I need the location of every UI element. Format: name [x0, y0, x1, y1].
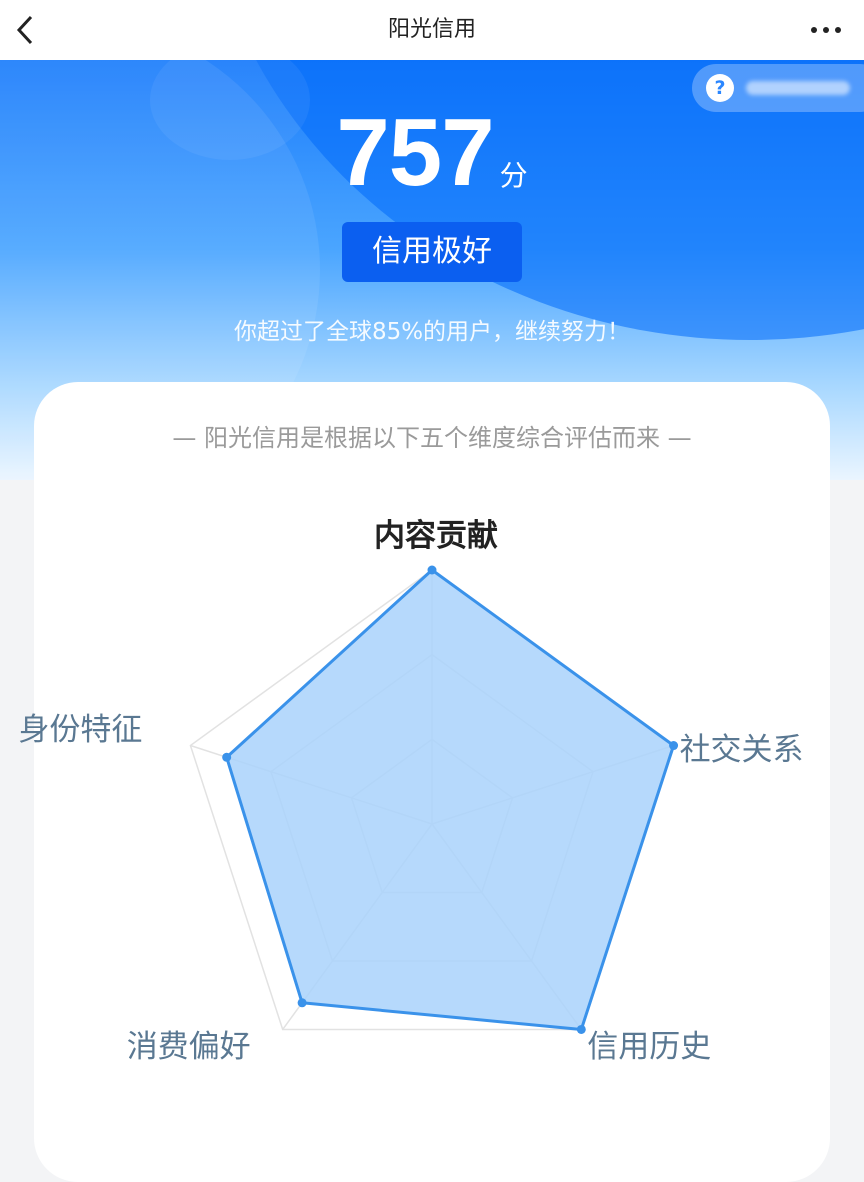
more-dots-icon [811, 27, 841, 33]
radar-point-history [576, 1024, 586, 1034]
dimension-card: — 阳光信用是根据以下五个维度综合评估而来 — 内容贡献 社交关系 信用历史 消… [18, 382, 830, 1182]
radar-point-social [669, 741, 679, 751]
radar-point-content [427, 565, 437, 575]
dimension-label-history: 信用历史 [587, 1029, 712, 1066]
score-display: 757 分 [0, 98, 864, 208]
dimension-label-identity: 身份特征 [18, 711, 143, 748]
score-unit: 分 [499, 159, 528, 192]
ranking-tagline: 你超过了全球85%的用户，继续努力！ [233, 319, 631, 345]
top-navigation-bar: 阳光信用 [0, 0, 864, 60]
blurred-help-text [746, 81, 850, 95]
dimension-label-preference: 消费偏好 [126, 1029, 251, 1066]
radar-point-identity [222, 752, 232, 762]
credit-level-badge: 信用极好 [342, 222, 522, 282]
page-title: 阳光信用 [387, 17, 476, 42]
more-options-button[interactable] [806, 14, 846, 46]
radar-value-area [225, 568, 676, 1031]
dimension-label-social: 社交关系 [679, 731, 804, 768]
credit-score-value: 757 [336, 99, 494, 206]
dimension-label-content: 内容贡献 [374, 518, 498, 554]
radar-point-preference [297, 998, 307, 1008]
